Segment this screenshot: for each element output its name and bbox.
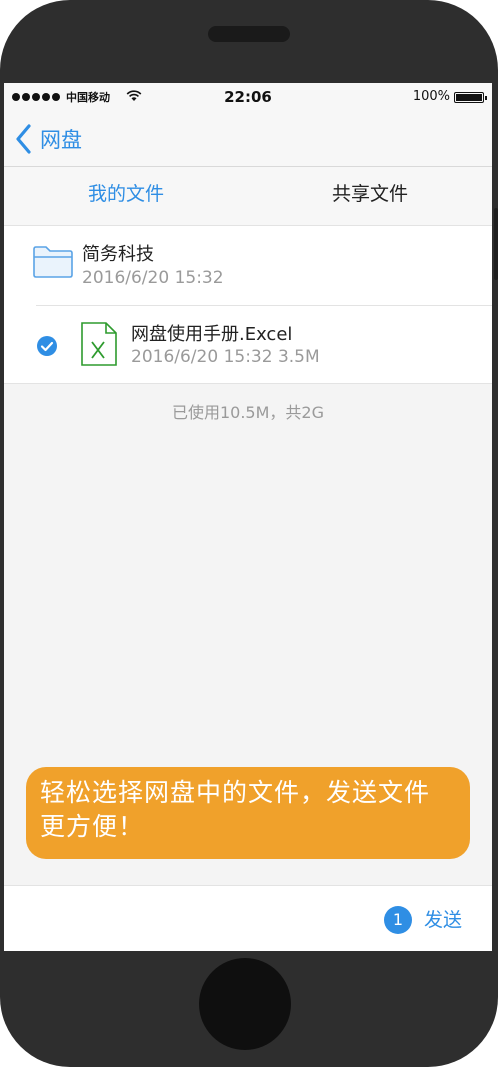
list-item-file[interactable]: 网盘使用手册.Excel 2016/6/20 15:32 3.5M: [4, 305, 492, 384]
back-label: 网盘: [40, 128, 82, 152]
bottom-action-bar: 1 发送: [4, 885, 492, 951]
folder-icon: [33, 246, 73, 278]
file-name: 简务科技: [82, 244, 154, 265]
promo-line-2: 更方便！: [40, 812, 145, 841]
screen: 中国移动 22:06 100% 网盘 我的文件 共享文件 简务科技 2016/6…: [4, 83, 492, 951]
excel-file-icon: [81, 322, 117, 366]
file-date-size: 2016/6/20 15:32 3.5M: [131, 347, 320, 367]
speaker-grille: [208, 26, 290, 42]
battery-percentage: 100%: [412, 89, 450, 104]
send-button[interactable]: 发送: [424, 906, 462, 934]
tab-my-files[interactable]: 我的文件: [4, 167, 248, 227]
side-button: [494, 208, 498, 280]
file-name: 网盘使用手册.Excel: [131, 324, 293, 345]
home-button[interactable]: [199, 958, 291, 1050]
navigation-bar: 网盘: [4, 111, 492, 167]
tab-bar: 我的文件 共享文件: [4, 167, 492, 227]
battery-icon: [454, 92, 487, 103]
file-date: 2016/6/20 15:32: [82, 268, 224, 288]
list-item-folder[interactable]: 简务科技 2016/6/20 15:32: [4, 226, 492, 305]
status-bar: 中国移动 22:06 100%: [4, 83, 492, 111]
chevron-left-icon: [16, 124, 31, 154]
phone-frame: 中国移动 22:06 100% 网盘 我的文件 共享文件 简务科技 2016/6…: [0, 0, 498, 1067]
file-list: 简务科技 2016/6/20 15:32 网盘使用手册.Excel 2016/6…: [4, 225, 492, 384]
promo-banner: 轻松选择网盘中的文件，发送文件 更方便！: [26, 767, 470, 859]
storage-usage: 已使用10.5M，共2G: [171, 403, 324, 422]
back-button[interactable]: 网盘: [14, 123, 82, 155]
tab-shared-files[interactable]: 共享文件: [248, 167, 492, 225]
selected-count-badge: 1: [384, 906, 412, 934]
checkmark-selected-icon[interactable]: [36, 335, 58, 357]
promo-line-1: 轻松选择网盘中的文件，发送文件: [40, 778, 431, 807]
